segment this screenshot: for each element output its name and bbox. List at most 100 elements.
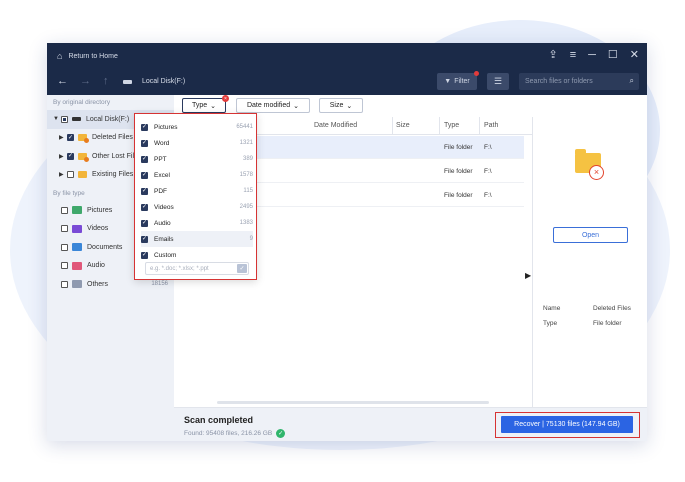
checkbox-unchecked[interactable] [61, 206, 68, 214]
date-modified-filter-chip[interactable]: Date modified ⌄ [236, 98, 310, 113]
up-icon[interactable]: ↑ [103, 75, 109, 87]
confirm-check-icon[interactable]: ✓ [237, 264, 247, 273]
checkbox-unchecked[interactable] [61, 280, 68, 288]
dropdown-item-excel[interactable]: ✓ Excel 1578 [141, 167, 253, 183]
dropdown-item-pdf[interactable]: ✓ PDF 115 [141, 183, 253, 199]
deleted-x-icon: × [589, 165, 604, 180]
horizontal-scrollbar[interactable] [217, 401, 489, 404]
filter-icon: ▼ [444, 78, 452, 85]
expand-down-icon[interactable]: ▼ [53, 116, 61, 122]
dropdown-item-count: 2495 [239, 204, 253, 210]
checkbox-checked[interactable]: ✓ [141, 171, 148, 179]
forward-icon[interactable]: → [80, 75, 91, 87]
sidebar-item-count: 18156 [151, 281, 168, 288]
clear-badge-icon[interactable]: × [222, 95, 229, 102]
scan-status-subtitle: Found: 95408 files, 216.26 GB ✓ [184, 429, 286, 438]
sidebar-item-label: Audio [87, 262, 105, 270]
return-home-label: Return to Home [68, 52, 118, 60]
close-icon[interactable]: ✕ [630, 49, 639, 61]
return-home-button[interactable]: ⌂ Return to Home [57, 51, 118, 61]
checkbox-checked[interactable]: ✓ [141, 235, 148, 243]
chip-label: Date modified [246, 102, 291, 109]
checkbox-checked[interactable]: ✓ [67, 152, 74, 160]
checkbox-checked[interactable]: ✓ [141, 219, 148, 227]
dropdown-item-count: 65441 [236, 124, 253, 130]
dropdown-item-label: PPT [154, 155, 167, 163]
checkbox-checked[interactable]: ✓ [141, 203, 148, 211]
search-input[interactable]: Search files or folders ⌕ [519, 73, 639, 90]
export-icon[interactable]: ⇪ [548, 49, 557, 61]
dropdown-item-ppt[interactable]: ✓ PPT 389 [141, 151, 253, 167]
dropdown-item-emails[interactable]: ✓ Emails 9 [141, 231, 253, 247]
menu-icon[interactable]: ≡ [570, 49, 576, 61]
dropdown-item-count: 115 [243, 188, 253, 194]
expand-right-icon[interactable]: ▶ [59, 171, 67, 178]
sidebar-item-label: Existing Files [92, 171, 134, 179]
dropdown-item-audio[interactable]: ✓ Audio 1383 [141, 215, 253, 231]
disk-icon [123, 79, 132, 84]
dropdown-item-label: Emails [154, 235, 174, 243]
custom-extension-input[interactable]: e.g. *.doc; *.xlsx; *.ppt ✓ [145, 262, 249, 275]
dropdown-item-word[interactable]: ✓ Word 1321 [141, 135, 253, 151]
audio-icon [72, 261, 82, 270]
chip-label: Type [191, 102, 208, 109]
checkbox-checked[interactable]: ✓ [67, 134, 74, 142]
column-size[interactable]: Size [396, 122, 410, 129]
recover-button[interactable]: Recover | 75130 files (147.94 GB) [501, 416, 633, 433]
filter-button[interactable]: ▼ Filter [437, 71, 479, 90]
search-icon[interactable]: ⌕ [630, 76, 634, 86]
sidebar-heading-directory: By original directory [53, 99, 111, 106]
type-filter-chip[interactable]: Type ⌄ × [182, 95, 229, 113]
dropdown-item-label: Custom [154, 251, 177, 259]
check-circle-icon: ✓ [276, 429, 286, 438]
expand-right-icon[interactable]: ▶ [59, 134, 67, 141]
detail-key: Type [543, 320, 558, 327]
status-bar: Scan completed Found: 95408 files, 216.2… [174, 407, 647, 441]
collapse-panel-icon[interactable]: ▶ [525, 271, 531, 280]
column-path[interactable]: Path [484, 122, 498, 129]
folder-icon [78, 171, 87, 179]
dropdown-item-count: 1578 [239, 172, 253, 178]
filter-active-dot [474, 71, 479, 76]
checkbox-checked[interactable]: ✓ [141, 139, 148, 147]
cell-path: F:\ [484, 168, 492, 175]
others-icon [72, 280, 82, 289]
checkbox-checked[interactable]: ✓ [141, 123, 148, 131]
detail-key: Name [543, 305, 561, 312]
detail-value: Deleted Files [593, 305, 631, 312]
checkbox-unchecked[interactable] [61, 225, 68, 233]
details-panel: × Open Name Deleted Files Type File fold… [532, 117, 647, 407]
size-filter-chip[interactable]: Size ⌄ [319, 98, 363, 113]
column-date-modified[interactable]: Date Modified [314, 122, 357, 129]
checkbox-unchecked[interactable] [61, 243, 68, 251]
sidebar-item-label: Documents [87, 243, 123, 251]
custom-extension-placeholder: e.g. *.doc; *.xlsx; *.ppt [150, 266, 209, 272]
dropdown-item-custom[interactable]: ✓ Custom [141, 247, 253, 263]
chevron-down-icon: ⌄ [210, 102, 217, 110]
chevron-down-icon: ⌄ [293, 102, 300, 110]
checkbox-checked[interactable]: ✓ [141, 187, 148, 195]
pictures-icon [72, 206, 82, 215]
minimize-icon[interactable]: ─ [588, 49, 596, 61]
dropdown-item-videos[interactable]: ✓ Videos 2495 [141, 199, 253, 215]
checkbox-unchecked[interactable] [61, 262, 68, 270]
checkbox-checked[interactable]: ✓ [141, 155, 148, 163]
sidebar-item-label: Pictures [87, 206, 113, 214]
cell-type: File folder [444, 168, 473, 175]
view-toggle-button[interactable]: ☰ [487, 73, 509, 90]
maximize-icon[interactable]: ☐ [608, 49, 618, 61]
checkbox-checked[interactable]: ✓ [141, 251, 148, 259]
back-icon[interactable]: ← [57, 75, 68, 87]
deleted-folder-icon [78, 134, 89, 144]
list-view-icon: ☰ [493, 76, 503, 86]
location-label: Local Disk(F:) [142, 78, 186, 85]
dropdown-item-count: 389 [242, 156, 253, 162]
column-type[interactable]: Type [444, 122, 459, 129]
disk-icon [72, 117, 81, 122]
dropdown-item-pictures[interactable]: ✓ Pictures 65441 [141, 119, 253, 135]
checkbox-unchecked[interactable] [67, 171, 74, 179]
sidebar-item-label: Local Disk(F:) [86, 115, 130, 123]
open-button[interactable]: Open [553, 227, 628, 243]
checkbox-partial[interactable] [61, 115, 68, 123]
expand-right-icon[interactable]: ▶ [59, 153, 67, 160]
